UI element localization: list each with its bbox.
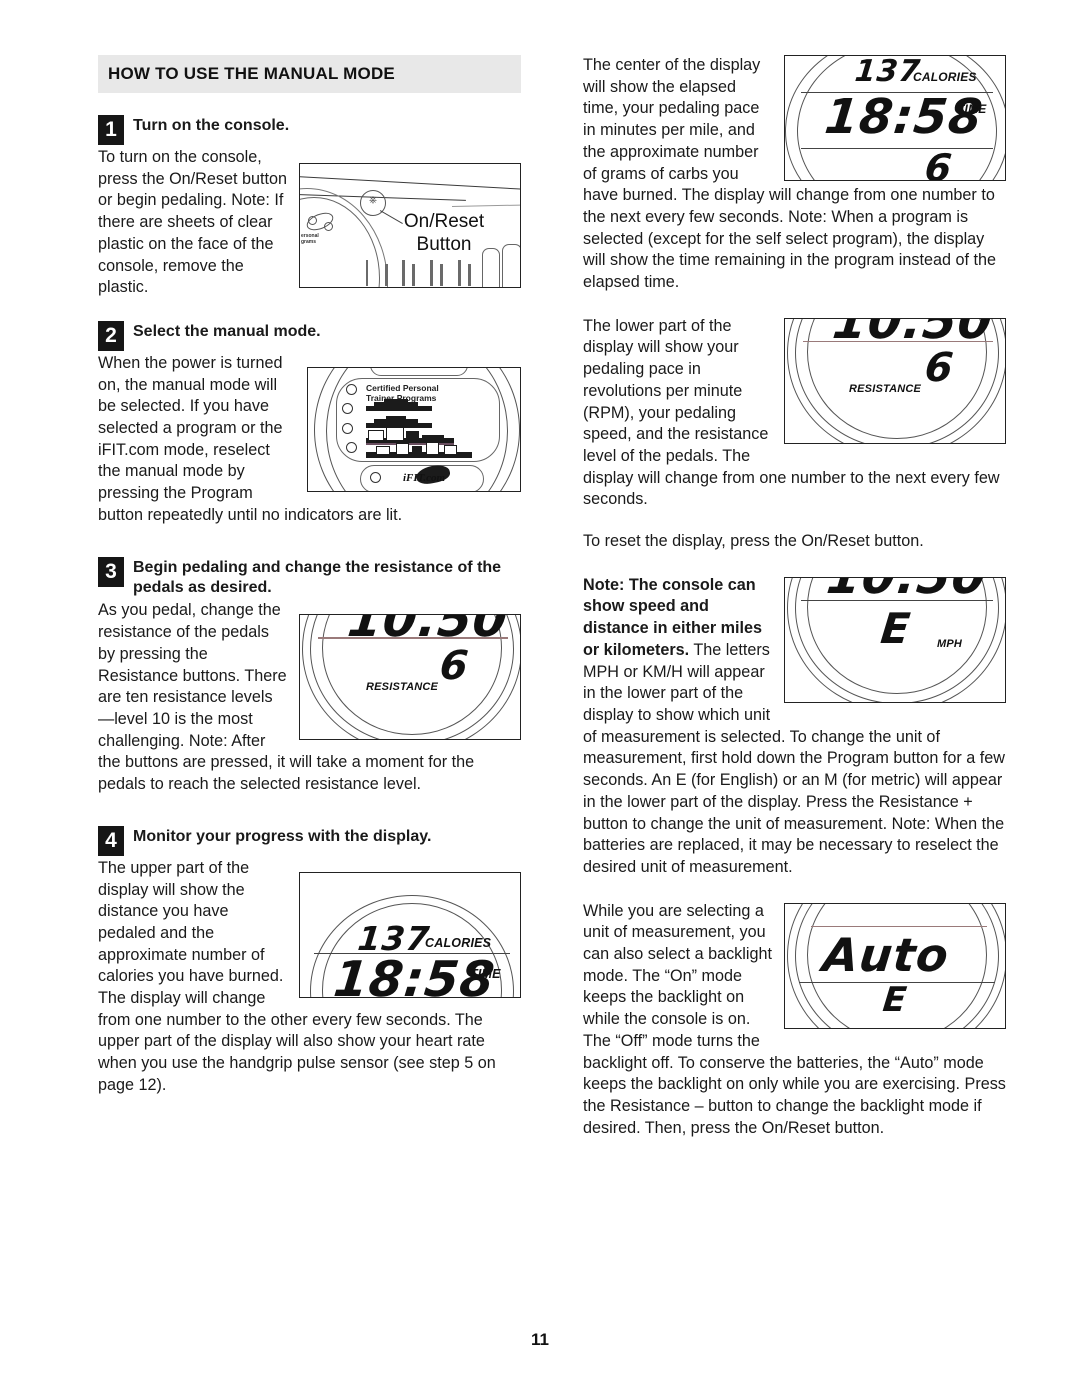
callout-on-reset-line2: Button [416,234,472,255]
lcd-center-lower-value: 6 [922,146,955,181]
step-3-number: 3 [98,556,124,587]
lcd-auto-value: Auto [820,927,952,982]
indicator-led-ifit [370,471,381,483]
step-2-number: 2 [98,320,124,351]
lcd-center-time-value: 18:58 [822,89,986,145]
step-3-title: Begin pedaling and change the resistance… [133,558,502,597]
page-number: 11 [531,1330,549,1349]
step-4-number: 4 [98,825,124,856]
section-heading-bar: HOW TO USE THE MANUAL MODE [98,55,521,93]
indicator-led-2 [342,402,353,414]
program-console-figure: Certified Personal Trainer Programs iFIT… [307,366,521,492]
lcd-unit-value: E [878,603,914,653]
step-1-title: Turn on the console. [133,117,290,134]
step-3-figure-wrap: 10.50 6 RESISTANCE As you pedal, change … [98,600,521,795]
right-column: 137 CALORIES 18:58 TIME 6 The center of … [583,55,1006,1139]
lcd-mph-top-value: 10.50 [824,578,990,605]
step-1-number: 1 [98,115,124,145]
lcd-calories-label: CALORIES [425,935,492,950]
lcd-figure-auto: Auto E [784,902,1006,1029]
step-4-title: Monitor your progress with the display. [133,827,432,845]
lcd-figure-resistance-left: 10.50 6 RESISTANCE [299,614,521,741]
reset-paragraph: To reset the display, press the On/Reset… [583,532,924,551]
backlight-wrap: Auto E While you are selecting a unit of… [583,901,1006,1140]
step-2-figure-wrap: Certified Personal Trainer Programs iFIT… [98,353,521,527]
left-column: HOW TO USE THE MANUAL MODE 1 Turn on the… [98,55,521,1097]
lower-display-wrap: 10.50 6 RESISTANCE The lower part of the… [583,316,1006,511]
lcd-right-top-value: 10.50 [830,317,996,350]
units-note-wrap: 10.50 E MPH Note: The console can show s… [583,575,1006,879]
lcd-figure-calories-time: 137 CALORIES 18:58 TIME [299,871,521,998]
lcd-figure-center-display: 137 CALORIES 18:58 TIME 6 [784,55,1006,181]
power-icon: ⎈ [369,195,377,206]
step-1: 1 Turn on the console. [98,115,521,145]
center-display-wrap: 137 CALORIES 18:58 TIME 6 The center of … [583,55,1006,294]
lcd-top-value: 10.50 [345,614,511,649]
lcd-auto-unit-value: E [880,979,910,1020]
console-photo-figure: ⎈ ersonal grams On/Reset Button [299,163,521,288]
lcd-resistance-value: 6 [437,643,472,690]
lcd-mph-label: MPH [937,637,963,650]
lcd-time-label: TIME [470,966,501,981]
step-2: 2 Select the manual mode. [98,320,521,351]
step-4-figure-wrap: 137 CALORIES 18:58 TIME The upper part o… [98,858,521,1097]
manual-page: HOW TO USE THE MANUAL MODE 1 Turn on the… [0,0,1080,1397]
lcd-right-resistance-label: RESISTANCE [849,382,922,395]
lcd-center-calories-label: CALORIES [913,70,977,84]
lcd-right-resistance-value: 6 [922,344,957,391]
lcd-resistance-label: RESISTANCE [366,681,439,694]
section-heading-text: HOW TO USE THE MANUAL MODE [108,64,395,83]
indicator-led-1 [346,383,357,395]
lcd-figure-resistance-right: 10.50 6 RESISTANCE [784,317,1006,444]
indicator-led-3 [342,422,353,434]
indicator-led-4 [346,441,357,453]
ifit-logo-text: iFIT.com [403,471,446,484]
callout-on-reset-line1: On/Reset [403,211,485,232]
step-1-figure-wrap: ⎈ ersonal grams On/Reset Button To turn … [98,147,521,299]
lcd-figure-mph: 10.50 E MPH [784,576,1006,703]
step-3: 3 Begin pedaling and change the resistan… [98,556,521,599]
step-4: 4 Monitor your progress with the display… [98,825,521,856]
step-2-title: Select the manual mode. [133,322,321,340]
lcd-center-time-label: TIME [957,102,987,116]
console-small-label: ersonal grams [301,233,319,245]
